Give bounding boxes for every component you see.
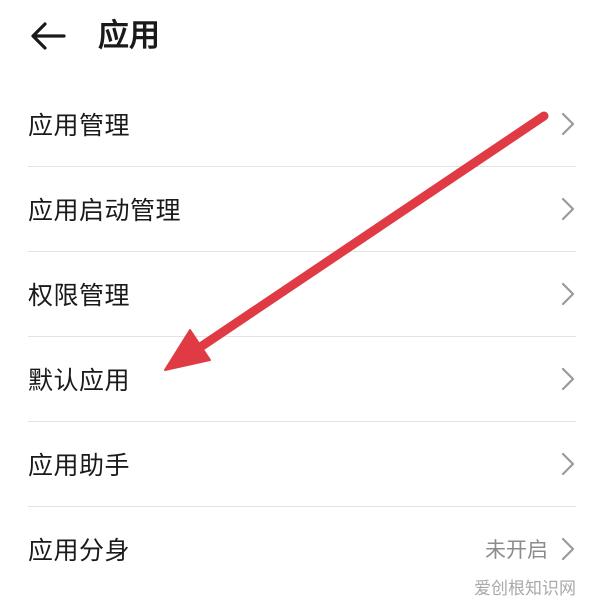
chevron-right-icon: [560, 536, 576, 562]
watermark: 爱创根知识网: [474, 579, 576, 599]
menu-item-label: 权限管理: [28, 281, 131, 310]
chevron-right-icon: [560, 366, 576, 392]
menu-item-app-management[interactable]: 应用管理: [28, 82, 576, 167]
menu-item-label: 默认应用: [28, 366, 131, 395]
menu-item-label: 应用启动管理: [28, 196, 182, 225]
menu-item-label: 应用管理: [28, 111, 131, 140]
page-title: 应用: [98, 18, 160, 54]
menu-item-app-assistant[interactable]: 应用助手: [28, 422, 576, 507]
chevron-right-icon: [560, 281, 576, 307]
chevron-right-icon: [560, 196, 576, 222]
settings-list: 应用管理 应用启动管理 权限管理 默认应用 应用助手 应用分身 未开启: [28, 82, 576, 591]
back-button[interactable]: [26, 14, 70, 58]
menu-item-app-launch-management[interactable]: 应用启动管理: [28, 167, 576, 252]
app-header: 应用: [0, 0, 600, 78]
chevron-right-icon: [560, 111, 576, 137]
menu-item-label: 应用助手: [28, 451, 131, 480]
menu-item-label: 应用分身: [28, 536, 131, 565]
menu-item-default-apps[interactable]: 默认应用: [28, 337, 576, 422]
chevron-right-icon: [560, 451, 576, 477]
menu-item-permission-management[interactable]: 权限管理: [28, 252, 576, 337]
arrow-left-icon: [31, 22, 66, 50]
status-value: 未开启: [485, 538, 548, 562]
